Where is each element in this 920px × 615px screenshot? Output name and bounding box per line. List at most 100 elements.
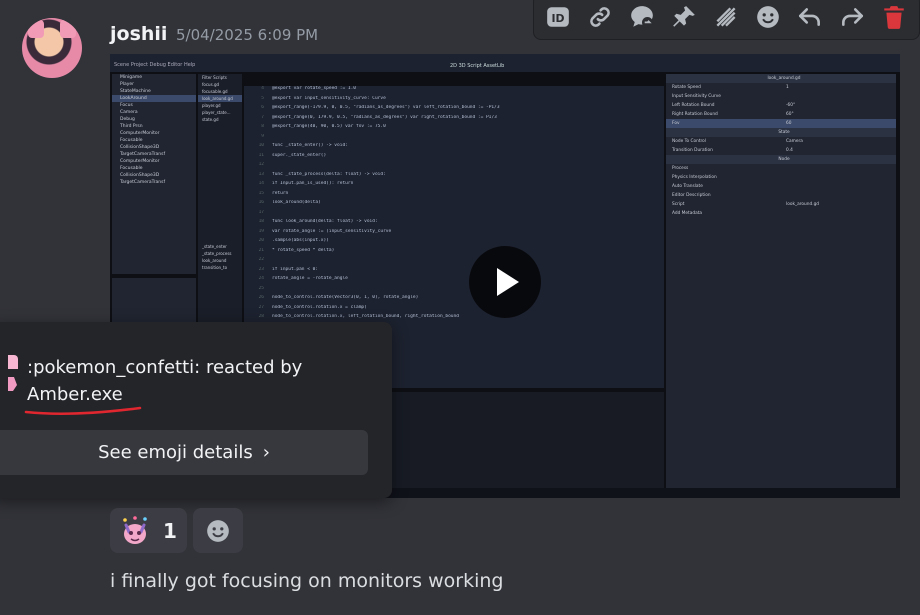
code-line: 12 <box>258 162 264 167</box>
code-line: 7 @export_range(0, 179.9, 0.5, "radians_a… <box>261 114 497 120</box>
inspector-row: Physics Interpolation <box>672 175 717 180</box>
editor-titlebar: Scene Project Debug Editor Help 2D 3D Sc… <box>110 54 900 72</box>
add-reaction-button[interactable] <box>193 508 243 553</box>
scene-tree-item: Debug <box>120 117 135 122</box>
code-line: 21 * rotate_speed * delta) <box>258 247 335 253</box>
inspector-row: Right Rotation Bound 60° <box>672 112 794 117</box>
code-line: 18 func look_around(delta: float) -> void… <box>258 219 378 224</box>
message-author[interactable]: joshii <box>110 23 167 45</box>
code-line: 8 @export_range(40, 90, 0.5) var fov := 7… <box>261 124 386 129</box>
code-line: 20 .sample(abs(input.x)) <box>258 238 329 243</box>
inspector-panel: look_around.gd Rotate Speed 1 Input Sensiti… <box>666 74 896 488</box>
avatar[interactable] <box>22 18 82 78</box>
script-list-item: player.gd <box>202 103 221 108</box>
scene-tree-item: Focusable <box>120 166 143 171</box>
script-list-item: state.gd <box>202 117 219 122</box>
reaction-count: 1 <box>163 518 177 543</box>
emoji-icon[interactable] <box>751 0 786 34</box>
chevron-right-icon: › <box>262 442 270 463</box>
inspector-row: Node To Control Camera <box>672 139 803 144</box>
reaction-popup-user[interactable]: Amber.exe <box>27 384 123 405</box>
method-list-item: _state_process <box>202 251 232 256</box>
method-list-item: _state_enter <box>202 244 227 249</box>
script-list-item: player_state... <box>202 110 231 115</box>
format-icon[interactable] <box>708 0 743 34</box>
reply-thread-icon[interactable] <box>624 0 659 34</box>
inspector-row: Transition Duration 0.4 <box>672 148 793 153</box>
code-line: 14 if Input.pan_is_used(): return <box>258 181 354 186</box>
code-line: 23 if input.pan < 0: <box>258 266 319 272</box>
script-list-item: Filter Scripts <box>202 75 227 80</box>
play-icon[interactable] <box>469 246 541 318</box>
code-line: 26 node_to_control.rotate(Vector3(0, 1, … <box>258 295 419 300</box>
add-reaction-icon <box>207 519 229 542</box>
scene-tree-item: TargetCameraTransf <box>120 180 166 185</box>
svg-text:ID: ID <box>551 12 564 25</box>
code-line: 22 <box>258 257 264 262</box>
inspector-row: Process <box>672 166 689 171</box>
code-line: 17 <box>258 209 264 215</box>
inspector-row: State <box>666 128 896 137</box>
inspector-row: look_around.gd <box>666 74 896 83</box>
reply-icon[interactable] <box>793 0 828 34</box>
scene-tree-item: Player <box>120 82 135 87</box>
scene-tree-item: CollisionShape3D <box>120 173 160 178</box>
code-line: 6 @export_range(-179.9, 0, 0.5, "radians_… <box>261 105 500 110</box>
code-line: 10 func _state_enter() -> void: <box>258 143 348 148</box>
script-list-item: focusable.gd <box>202 89 228 94</box>
message-toolbar: ID <box>533 0 920 40</box>
forward-icon[interactable] <box>835 0 870 34</box>
pokemon-confetti-icon <box>8 355 18 391</box>
message-content: i finally got focusing on monitors worki… <box>110 570 504 592</box>
inspector-row: Script look_around.gd <box>672 202 820 207</box>
scene-tree-panel: Minigame Player StateMachine LookAround Focu… <box>112 74 196 274</box>
scene-tree-item: Minigame <box>120 75 143 80</box>
code-line: 5 @export var input_sensitivity_curve: Cu… <box>261 95 386 101</box>
inspector-row: Rotate Speed 1 <box>672 85 789 90</box>
scene-tree-item: Third Prsn <box>120 124 143 129</box>
scene-tree-item: Camera <box>120 110 138 115</box>
inspector-row: Input Sensitivity Curve <box>672 94 721 99</box>
editor-tabs: 2D 3D Script AssetLib <box>450 63 505 69</box>
inspector-row: Auto Translate <box>672 184 703 189</box>
inspector-row: Editor Description <box>672 193 711 198</box>
editor-menu: Scene Project Debug Editor Help <box>114 62 196 68</box>
see-emoji-details-button[interactable]: See emoji details › <box>0 430 368 475</box>
copy-link-icon[interactable] <box>582 0 617 34</box>
delete-icon[interactable] <box>877 0 912 34</box>
see-emoji-details-label: See emoji details <box>98 442 253 463</box>
code-line: 27 node_to_control.rotation.x = clamp( <box>258 304 367 310</box>
method-list-item: look_around <box>202 258 227 263</box>
reaction-pokemon-confetti[interactable]: 1 <box>110 508 187 553</box>
message-timestamp: 5/04/2025 6:09 PM <box>176 26 319 44</box>
inspector-row: Fov 60 <box>666 119 896 128</box>
method-list-item: transition_to <box>202 265 228 270</box>
inspector-row: Node <box>666 155 896 164</box>
code-line: 11 super._state_enter() <box>258 152 327 158</box>
inspector-row: Add Metadata <box>672 211 703 216</box>
code-line: 16 look_around(delta) <box>258 200 321 205</box>
scene-tree-item: CollisionShape3D <box>120 145 160 150</box>
code-line: 13 func _state_process(delta: float) -> v… <box>258 171 386 177</box>
script-list-item: look_around.gd <box>198 95 242 102</box>
inspector-row: Left Rotation Bound -60° <box>672 103 796 108</box>
scene-tree-item: Focus <box>120 103 133 108</box>
code-line: 19 var rotate_angle := (input_sensitivit… <box>258 228 392 234</box>
script-list-item: focus.gd <box>202 82 220 87</box>
scene-tree-item: TargetCameraTransf <box>120 152 166 157</box>
code-line: 25 <box>258 285 264 291</box>
pin-icon[interactable] <box>666 0 701 34</box>
red-underline-annotation <box>24 406 142 415</box>
app-id-icon[interactable]: ID <box>540 0 575 34</box>
scene-tree-item: ComputerMonitor <box>120 131 160 136</box>
code-line: 24 rotate_angle = -rotate_angle <box>258 276 348 281</box>
code-line: 15 return <box>258 190 289 196</box>
scene-tree-item: StateMachine <box>120 89 151 94</box>
code-line: 4 @export var rotate_speed := 1.0 <box>261 86 356 91</box>
pokemon-confetti-icon <box>123 515 147 544</box>
scene-tree-item: ComputerMonitor <box>120 159 160 164</box>
scene-tree-item: Focusable <box>120 138 143 143</box>
code-line: 9 <box>261 133 264 139</box>
scene-tree-item: LookAround <box>112 95 196 102</box>
reaction-popup-text: :pokemon_confetti: reacted by <box>27 357 303 378</box>
